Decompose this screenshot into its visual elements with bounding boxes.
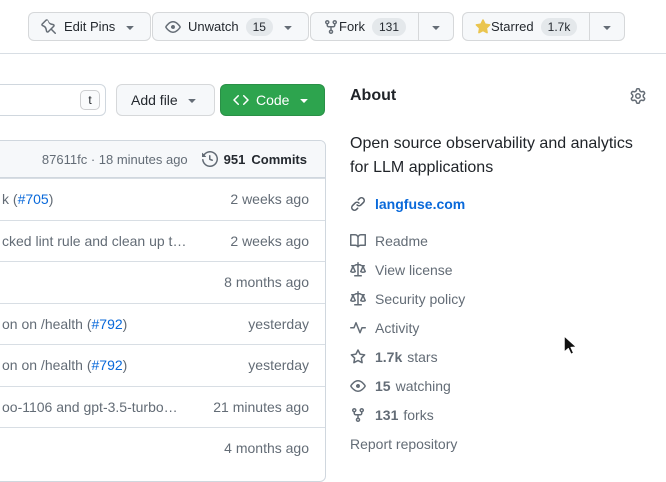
- forks-link[interactable]: 131 forks: [350, 400, 646, 429]
- readme-link[interactable]: Readme: [350, 226, 646, 255]
- unwatch-label: Unwatch: [188, 19, 239, 34]
- fork-label: Fork: [339, 19, 365, 34]
- watchers-count-badge: 15: [246, 18, 273, 36]
- gear-icon[interactable]: [630, 88, 646, 104]
- repo-forked-icon: [350, 407, 366, 423]
- link-icon: [350, 196, 366, 212]
- commit-age: yesterday: [236, 357, 309, 373]
- eye-icon: [165, 19, 181, 35]
- commit-age: 4 months ago: [212, 440, 309, 456]
- fork-button[interactable]: Fork 131: [311, 13, 418, 40]
- pulse-icon: [350, 320, 366, 336]
- go-to-file-shortcut-hint: t: [80, 90, 100, 110]
- code-icon: [233, 92, 249, 108]
- triangle-down-icon: [280, 19, 296, 35]
- commit-message: on on /health (#792): [2, 316, 127, 332]
- commits-history-link[interactable]: 951 Commits: [202, 151, 307, 167]
- add-file-button[interactable]: Add file: [116, 84, 215, 116]
- commit-message: cked lint rule and clean up t…: [2, 233, 186, 249]
- star-fill-icon: [475, 19, 491, 35]
- latest-commit-bar: 87611fc · 18 minutes ago 951 Commits: [0, 141, 325, 178]
- about-sidebar: About Open source observability and anal…: [350, 84, 646, 458]
- fork-button-group: Fork 131: [310, 12, 454, 41]
- about-header: About: [350, 84, 646, 108]
- issue-link[interactable]: #792: [92, 357, 123, 373]
- code-button[interactable]: Code: [220, 84, 325, 116]
- repo-description: Open source observability and analytics …: [350, 132, 646, 180]
- commits-count: 951: [224, 152, 246, 167]
- stars-link[interactable]: 1.7k stars: [350, 342, 646, 371]
- pin-icon: [41, 19, 57, 35]
- about-title: About: [350, 87, 396, 105]
- triangle-down-icon: [428, 19, 444, 35]
- add-file-label: Add file: [131, 92, 178, 108]
- triangle-down-icon: [296, 92, 312, 108]
- issue-link[interactable]: #792: [92, 316, 123, 332]
- file-row: on on /health (#792) yesterday: [0, 344, 325, 386]
- about-links-list: Readme View license Security policy Acti…: [350, 226, 646, 458]
- file-row: oo-1106 and gpt-3.5-turbo… 21 minutes ag…: [0, 386, 325, 428]
- starred-button[interactable]: Starred 1.7k: [463, 13, 589, 40]
- fork-dropdown-button[interactable]: [418, 13, 453, 40]
- star-icon: [350, 349, 366, 365]
- history-icon: [202, 151, 218, 167]
- triangle-down-icon: [599, 19, 615, 35]
- file-row: 8 months ago: [0, 261, 325, 303]
- website-link[interactable]: langfuse.com: [375, 196, 465, 212]
- triangle-down-icon: [184, 92, 200, 108]
- star-button-group: Starred 1.7k: [462, 12, 625, 41]
- security-policy-link[interactable]: Security policy: [350, 284, 646, 313]
- commit-age: 8 months ago: [212, 274, 309, 290]
- starred-label: Starred: [491, 19, 534, 34]
- file-row: on on /health (#792) yesterday: [0, 303, 325, 345]
- commit-message: oo-1106 and gpt-3.5-turbo…: [2, 399, 178, 415]
- triangle-down-icon: [122, 19, 138, 35]
- star-dropdown-button[interactable]: [589, 13, 624, 40]
- file-row: cked lint rule and clean up t… 2 weeks a…: [0, 220, 325, 262]
- eye-icon: [350, 378, 366, 394]
- code-label: Code: [256, 92, 289, 108]
- file-row: 4 months ago: [0, 427, 325, 469]
- latest-commit-sha-time[interactable]: 87611fc · 18 minutes ago: [42, 152, 188, 167]
- commit-age: 2 weeks ago: [218, 191, 309, 207]
- report-repository-link[interactable]: Report repository: [350, 429, 646, 458]
- commits-label: Commits: [251, 152, 307, 167]
- view-license-link[interactable]: View license: [350, 255, 646, 284]
- edit-pins-label: Edit Pins: [64, 19, 115, 34]
- file-list-panel: 87611fc · 18 minutes ago 951 Commits k (…: [0, 140, 326, 482]
- go-to-file-wrap: t: [0, 84, 106, 116]
- law-icon: [350, 291, 366, 307]
- header-divider: [0, 53, 666, 54]
- edit-pins-button[interactable]: Edit Pins: [28, 12, 151, 41]
- issue-link[interactable]: #705: [18, 191, 49, 207]
- activity-link[interactable]: Activity: [350, 313, 646, 342]
- repo-forked-icon: [323, 19, 339, 35]
- file-row: k (#705) 2 weeks ago: [0, 178, 325, 220]
- law-icon: [350, 262, 366, 278]
- stars-count-badge: 1.7k: [541, 18, 578, 36]
- commit-age: yesterday: [236, 316, 309, 332]
- website-link-row: langfuse.com: [350, 196, 646, 212]
- commit-age: 2 weeks ago: [218, 233, 309, 249]
- commit-age: 21 minutes ago: [201, 399, 309, 415]
- commit-message: k (#705): [2, 191, 53, 207]
- book-icon: [350, 233, 366, 249]
- commit-message: on on /health (#792): [2, 357, 127, 373]
- forks-count-badge: 131: [372, 18, 406, 36]
- watching-link[interactable]: 15 watching: [350, 371, 646, 400]
- unwatch-button[interactable]: Unwatch 15: [152, 12, 309, 41]
